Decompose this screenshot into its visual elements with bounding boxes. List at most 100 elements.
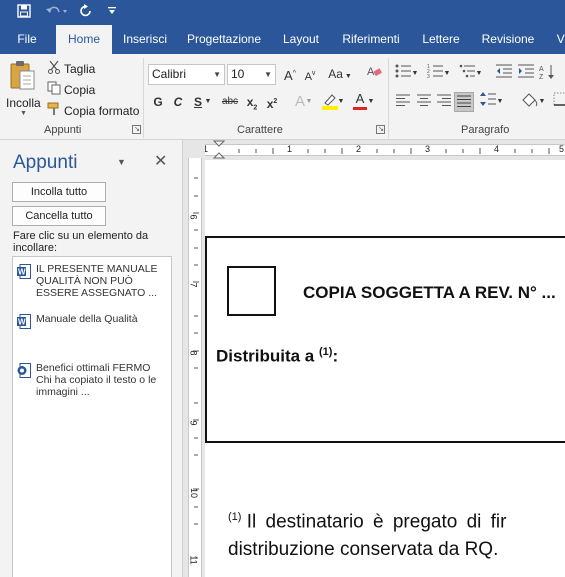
customize-icon[interactable] <box>104 0 120 21</box>
tab-riferimenti[interactable]: Riferimenti <box>338 25 404 54</box>
tab-layout[interactable]: Layout <box>278 25 324 54</box>
vertical-ruler[interactable]: 6 7 8 9 10 11 <box>183 140 205 577</box>
paste-button[interactable]: Incolla ▼ <box>4 58 42 120</box>
clip-item-text: Manuale della Qualità <box>36 313 138 325</box>
tab-file[interactable]: File <box>8 25 46 54</box>
word-doc-icon: W <box>17 314 31 329</box>
shading-icon[interactable] <box>520 92 540 112</box>
tab-lettere[interactable]: Lettere <box>418 25 464 54</box>
format-painter-button[interactable]: Copia formato <box>46 102 139 119</box>
bold-button[interactable]: G <box>148 92 168 112</box>
save-icon[interactable] <box>12 0 36 21</box>
indent-marker-icon[interactable] <box>212 140 226 160</box>
clipboard-group-label: Appunti <box>44 124 82 136</box>
pane-options-dropdown-icon[interactable]: ▼ <box>117 157 126 167</box>
paste-all-button[interactable]: Incolla tutto <box>12 182 106 202</box>
copy-label: Copia <box>64 82 96 97</box>
line-spacing-icon[interactable] <box>478 92 498 112</box>
svg-text:W: W <box>18 268 26 277</box>
tab-visualizza[interactable]: Vi <box>552 25 565 54</box>
align-right-icon[interactable] <box>434 92 454 112</box>
ruler-number: 1 <box>287 144 293 154</box>
text-effects-dropdown-icon[interactable]: ▼ <box>304 92 314 112</box>
bullets-dropdown-icon[interactable]: ▼ <box>411 64 419 84</box>
multilevel-dropdown-icon[interactable]: ▼ <box>475 64 483 84</box>
ruler-number: 6 <box>188 214 199 220</box>
distribution-label: Distribuita a (1): <box>216 346 338 367</box>
undo-icon[interactable] <box>40 0 72 21</box>
superscript-button[interactable]: x2 <box>262 92 282 112</box>
paste-label: Incolla <box>6 96 41 110</box>
font-group-label: Carattere <box>237 124 283 136</box>
tab-progettazione[interactable]: Progettazione <box>184 25 264 54</box>
font-size-combo[interactable]: 10 ▼ <box>227 64 276 85</box>
list-item[interactable]: W IL PRESENTE MANUALE QUALITÀ NON PUÒ ES… <box>17 263 167 299</box>
change-case-label: Aa <box>328 67 343 81</box>
copy-icon <box>46 81 62 98</box>
footnote-text: (1) Il destinatario è pregato di fir dis… <box>228 503 565 564</box>
tab-home[interactable]: Home <box>56 25 112 54</box>
horizontal-ruler[interactable]: 1 1 2 3 4 5 <box>203 140 565 160</box>
tab-inserisci[interactable]: Inserisci <box>118 25 172 54</box>
word-doc-icon: W <box>17 264 31 279</box>
vertical-ruler-track: 6 7 8 9 10 11 <box>188 158 202 577</box>
align-center-icon[interactable] <box>414 92 434 112</box>
clear-formatting-icon[interactable]: A <box>364 64 384 84</box>
svg-text:Z: Z <box>539 74 544 80</box>
multilevel-list-icon[interactable] <box>457 64 477 84</box>
chevron-down-icon: ▼ <box>264 70 272 79</box>
align-left-icon[interactable] <box>393 92 413 112</box>
chevron-down-icon: ▼ <box>20 110 27 117</box>
font-color-dropdown-icon[interactable]: ▼ <box>366 92 376 112</box>
strikethrough-button[interactable]: abc <box>219 92 241 112</box>
borders-icon[interactable] <box>550 92 565 112</box>
highlight-dropdown-icon[interactable]: ▼ <box>336 92 346 112</box>
cut-button[interactable]: Taglia <box>46 60 95 77</box>
line-spacing-dropdown-icon[interactable]: ▼ <box>496 92 504 112</box>
underline-dropdown-icon[interactable]: ▼ <box>203 92 213 112</box>
list-item[interactable]: W Manuale della Qualità <box>17 313 167 329</box>
font-launcher-icon[interactable]: ↘ <box>376 125 385 134</box>
horizontal-ruler-track: 1 1 2 3 4 5 <box>203 144 565 156</box>
shading-dropdown-icon[interactable]: ▼ <box>538 92 546 112</box>
close-icon[interactable]: ✕ <box>154 151 167 171</box>
clipboard-pane: Appunti ▼ ✕ Incolla tutto Cancella tutto… <box>0 140 183 577</box>
numbering-icon[interactable]: 123 <box>425 64 445 84</box>
superscript-mark: 2 <box>273 98 278 105</box>
font-size-value: 10 <box>231 67 245 81</box>
italic-button[interactable]: C <box>168 92 188 112</box>
ruler-number: 2 <box>356 144 362 154</box>
svg-text:3: 3 <box>427 74 430 78</box>
distribution-text: Distribuita a <box>216 346 315 366</box>
checkbox-square <box>227 266 276 316</box>
footnote-line: distribuzione conservata da RQ. <box>228 539 499 561</box>
shrink-font-button[interactable]: Av <box>300 64 320 84</box>
font-name-combo[interactable]: Calibri ▼ <box>148 64 225 85</box>
sort-icon[interactable]: AZ <box>538 64 558 84</box>
increase-indent-icon[interactable] <box>516 64 536 84</box>
bullets-icon[interactable] <box>393 64 413 84</box>
list-item[interactable]: Benefici ottimali FERMO Chi ha copiato i… <box>17 362 167 398</box>
quick-access-toolbar <box>0 0 565 21</box>
clear-all-button[interactable]: Cancella tutto <box>12 206 106 226</box>
document-page[interactable]: COPIA SOGGETTA A REV. N° ... Distribuita… <box>205 160 565 577</box>
copy-button[interactable]: Copia <box>46 81 95 98</box>
chevron-down-icon: ▼ <box>213 70 221 79</box>
tab-revisione[interactable]: Revisione <box>478 25 538 54</box>
ruler-number: 3 <box>425 144 431 154</box>
subscript-button[interactable]: x2 <box>242 92 262 112</box>
paragraph-group-label: Paragrafo <box>461 124 510 136</box>
footnote-line-text: Il destinatario è pregato di fir <box>246 511 507 533</box>
footnote-ref: (1) <box>318 346 333 358</box>
change-case-button[interactable]: Aa ▼ <box>326 64 354 84</box>
grow-font-button[interactable]: A^ <box>280 64 300 84</box>
ruler-number: 4 <box>494 144 500 154</box>
paste-icon <box>10 61 35 90</box>
ruler-number: 9 <box>188 420 199 426</box>
redo-icon[interactable] <box>76 0 96 21</box>
justify-icon[interactable] <box>454 92 474 112</box>
ruler-number: 5 <box>559 144 565 154</box>
clipboard-launcher-icon[interactable]: ↘ <box>132 125 141 134</box>
decrease-indent-icon[interactable] <box>494 64 514 84</box>
numbering-dropdown-icon[interactable]: ▼ <box>443 64 451 84</box>
